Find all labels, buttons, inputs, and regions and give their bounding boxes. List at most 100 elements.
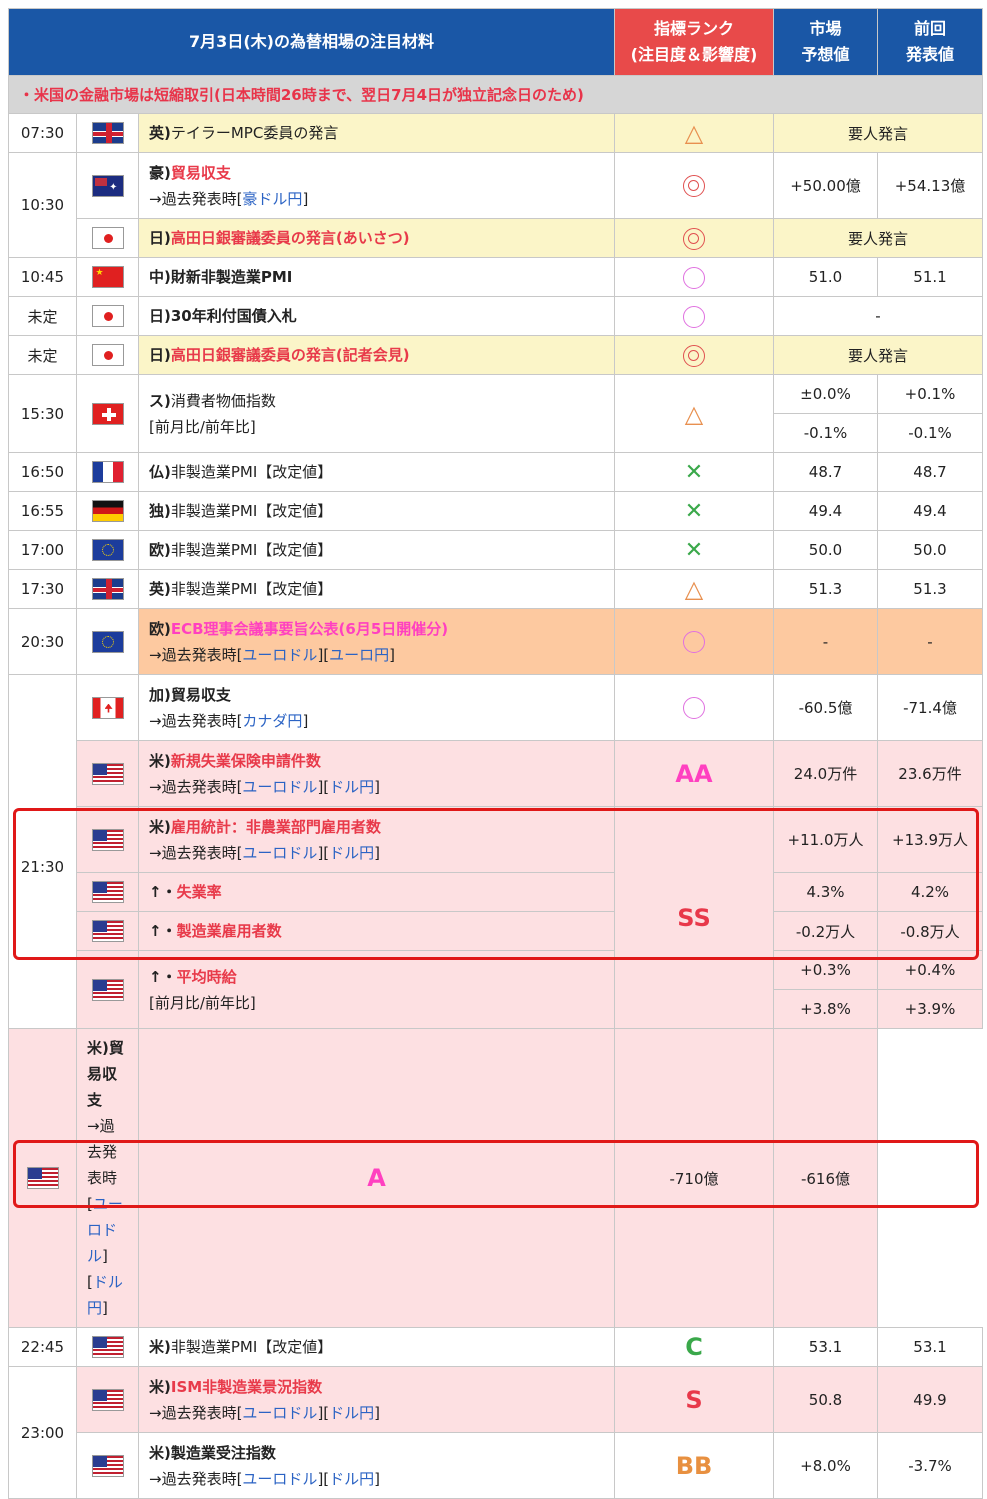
previous-cell: 51.1 xyxy=(877,257,983,297)
table-row: 16:55 独)非製造業PMI【改定値】 ✕ 49.4 49.4 xyxy=(8,491,983,531)
link-usd-jpy[interactable]: ドル円 xyxy=(329,1404,374,1422)
country-code: 日) xyxy=(149,307,171,325)
rank-cell: S xyxy=(614,1366,774,1433)
indicator-cell: 日)高田日銀審議委員の発言(あいさつ) xyxy=(138,218,615,258)
us-flag-icon xyxy=(26,1167,59,1189)
indicator-name: 製造業受注指数 xyxy=(170,1443,276,1462)
market-note: ・米国の金融市場は短縮取引(日本時間26時まで、翌日7月4日が独立記念日のため) xyxy=(8,75,983,114)
indicator-name: 高田日銀審議委員の発言(あいさつ) xyxy=(170,229,410,247)
link-aud-jpy[interactable]: 豪ドル円 xyxy=(242,190,302,208)
bracket: ] xyxy=(374,843,381,862)
table-row: 22:45 米)非製造業PMI【改定値】 C 53.1 53.1 xyxy=(8,1327,983,1367)
rank-label: C xyxy=(685,1333,703,1361)
rank-header-line1: 指標ランク xyxy=(653,19,734,38)
eu-flag-icon xyxy=(91,539,124,561)
indicator-name: 貿易収支 xyxy=(170,163,231,182)
time-cell: 07:30 xyxy=(8,113,77,153)
circle-rank-icon xyxy=(683,697,705,719)
speech-cell: 要人発言 xyxy=(773,335,983,375)
flag-cell xyxy=(76,569,139,609)
value-cell: - xyxy=(773,296,983,336)
link-usd-jpy[interactable]: ドル円 xyxy=(329,844,374,862)
table-title: 7月3日(木)の為替相場の注目材料 xyxy=(8,8,615,76)
indicator-name: 貿易収支 xyxy=(170,685,231,704)
japan-flag-icon xyxy=(91,305,124,327)
rank-cell xyxy=(614,296,774,336)
time-cell: 10:30 xyxy=(8,152,77,258)
time-cell: 17:00 xyxy=(8,530,77,570)
link-usd-jpy[interactable]: ドル円 xyxy=(329,778,374,796)
country-code: 加) xyxy=(149,685,171,704)
uk-flag-icon xyxy=(91,122,124,144)
link-eur-usd[interactable]: ユーロドル xyxy=(242,646,317,664)
country-code: 中) xyxy=(149,268,171,286)
indicator-name: ISM非製造業景況指数 xyxy=(170,1377,323,1396)
bracket: ] xyxy=(302,189,309,208)
link-eur-usd[interactable]: ユーロドル xyxy=(242,844,317,862)
canada-flag-icon xyxy=(91,696,124,719)
bracket: ] xyxy=(374,1403,381,1422)
bracket: ] xyxy=(374,1469,381,1488)
indicator-cell: 仏)非製造業PMI【改定値】 xyxy=(138,452,615,492)
flag-cell xyxy=(76,1432,139,1499)
past-label: →過去発表時[ xyxy=(149,711,243,730)
forecast-cell: +8.0% xyxy=(773,1432,878,1499)
time-cell: 未定 xyxy=(8,296,77,336)
table-row: ↑・平均時給 [前月比/前年比] +0.3% +0.4% xyxy=(8,950,983,1029)
forecast-cell: 51.3 xyxy=(773,569,878,609)
rank-cell: △ xyxy=(614,113,774,153)
link-eur-usd[interactable]: ユーロドル xyxy=(242,1470,317,1488)
previous-cell: 4.2% xyxy=(877,872,983,912)
country-code: ↑・ xyxy=(149,922,177,940)
previous-header: 前回 発表値 xyxy=(877,8,983,76)
past-label: →過去発表時[ xyxy=(149,843,243,862)
double-circle-rank-icon xyxy=(683,175,705,197)
eu-flag-icon xyxy=(91,630,124,653)
indicator-name: テイラーMPC委員の発言 xyxy=(170,124,339,142)
double-circle-rank-icon xyxy=(683,344,705,367)
time-cell: 23:00 xyxy=(8,1366,77,1499)
link-cad-jpy[interactable]: カナダ円 xyxy=(242,712,302,730)
indicator-name: 高田日銀審議委員の発言(記者会見) xyxy=(170,346,410,364)
link-usd-jpy[interactable]: ドル円 xyxy=(329,1470,374,1488)
previous-cell: +3.9% xyxy=(877,989,983,1029)
indicator-name: 非製造業PMI【改定値】 xyxy=(170,502,333,520)
previous-cell: - xyxy=(877,608,983,675)
previous-cell: 49.4 xyxy=(877,491,983,531)
forecast-cell: +0.3% xyxy=(773,950,878,990)
table-row: 米)製造業受注指数 →過去発表時[ユーロドル][ドル円] BB +8.0% -3.… xyxy=(9,1432,983,1499)
time-cell: 未定 xyxy=(8,335,77,375)
time-cell: 17:30 xyxy=(8,569,77,609)
indicator-name: ECB理事会議事要旨公表(6月5日開催分) xyxy=(170,619,449,638)
flag-cell xyxy=(76,806,139,873)
indicator-cell: ↑・平均時給 [前月比/前年比] xyxy=(138,950,615,1029)
forecast-cell: - xyxy=(773,608,878,675)
flag-cell xyxy=(8,1028,77,1328)
bracket: ][ xyxy=(317,777,330,796)
country-code: 米) xyxy=(149,817,171,836)
triangle-rank-icon: △ xyxy=(684,575,704,603)
flag-cell xyxy=(76,491,139,531)
forecast-cell: 51.0 xyxy=(773,257,878,297)
previous-cell: 51.3 xyxy=(877,569,983,609)
flag-cell xyxy=(76,335,139,375)
rank-cell: ✕ xyxy=(614,491,774,531)
flag-cell xyxy=(76,1327,139,1367)
rank-label: BB xyxy=(675,1451,713,1480)
previous-cell: 53.1 xyxy=(877,1327,983,1367)
table-row: 未定 日)30年利付国債入札 - xyxy=(8,296,983,336)
us-flag-icon xyxy=(91,1454,124,1477)
link-eur-jpy[interactable]: ユーロ円 xyxy=(329,646,389,664)
link-eur-usd[interactable]: ユーロドル xyxy=(242,778,317,796)
previous-cell: +0.1% xyxy=(877,374,983,414)
flag-cell xyxy=(76,218,139,258)
forecast-cell: 49.4 xyxy=(773,491,878,531)
speech-cell: 要人発言 xyxy=(773,113,983,153)
previous-cell: -0.8万人 xyxy=(877,911,983,951)
table-row: 17:30 英)非製造業PMI【改定値】 △ 51.3 51.3 xyxy=(8,569,983,609)
time-cell: 21:30 xyxy=(8,674,77,1029)
switzerland-flag-icon xyxy=(91,402,124,425)
link-eur-usd[interactable]: ユーロドル xyxy=(242,1404,317,1422)
indicator-cell: 豪)貿易収支 →過去発表時[豪ドル円] xyxy=(138,152,615,219)
flag-cell xyxy=(76,1366,139,1433)
